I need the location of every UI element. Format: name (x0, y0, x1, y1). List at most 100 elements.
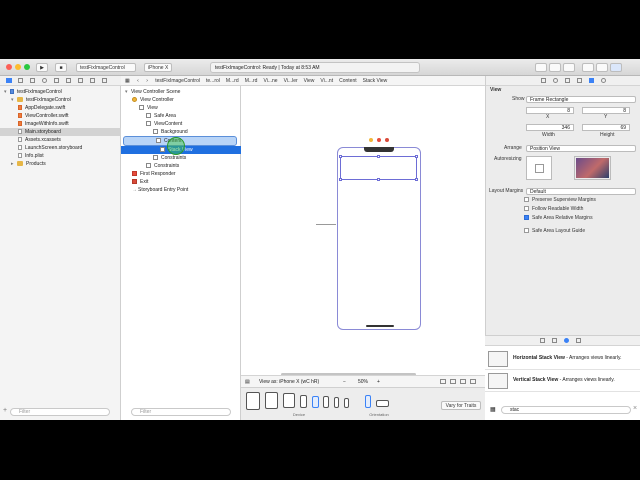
toggle-debug-button[interactable] (596, 63, 608, 72)
checkbox-row[interactable]: Safe Area Relative Margins (524, 215, 639, 224)
autoresizing-mask-control[interactable] (526, 156, 552, 180)
issue-tab-icon[interactable] (54, 78, 59, 83)
iphone-scene[interactable] (337, 147, 421, 330)
device-iphone-x-icon[interactable] (312, 396, 319, 408)
file-tree-item[interactable]: Assets.xcassets (0, 136, 121, 144)
arrange-popup[interactable]: Position View (526, 145, 636, 152)
forward-icon[interactable]: › (146, 76, 148, 85)
run-button[interactable]: ▶ (36, 63, 48, 72)
device-selector[interactable]: iPhone X (144, 63, 172, 72)
object-library-icon[interactable] (564, 338, 569, 343)
file-inspector-icon[interactable] (541, 78, 546, 83)
height-field[interactable]: 69 (582, 124, 630, 131)
file-tree-item[interactable]: ▾ testFixImageControl (0, 88, 121, 96)
breadcrumb-item[interactable]: M...rd (226, 76, 239, 85)
resize-handle[interactable] (377, 155, 380, 158)
show-popup[interactable]: Frame Rectangle (526, 96, 636, 103)
identity-inspector-icon[interactable] (565, 78, 570, 83)
back-icon[interactable]: ‹ (137, 76, 139, 85)
orientation-portrait-icon[interactable] (365, 395, 371, 408)
first-responder-dock-icon[interactable] (377, 138, 381, 142)
related-items-icon[interactable]: ▦ (125, 76, 130, 85)
file-tree-item[interactable]: ▸ Products (0, 160, 121, 168)
x-field[interactable]: 8 (526, 107, 574, 114)
version-editor-button[interactable] (563, 63, 575, 72)
checkbox-row[interactable]: Safe Area Layout Guide (524, 228, 639, 237)
scheme-selector[interactable]: testFixImageControl (76, 63, 136, 72)
checkbox-row[interactable]: Follow Readable Width (524, 206, 639, 215)
connections-inspector-icon[interactable] (601, 78, 606, 83)
breadcrumb-item[interactable]: te...rol (206, 76, 220, 85)
orientation-landscape-icon[interactable] (376, 400, 389, 407)
breadcrumb-item[interactable]: M...rd (245, 76, 258, 85)
outline-filter[interactable]: Filter (131, 408, 231, 416)
outline-item[interactable]: Background (121, 128, 241, 136)
code-snippet-icon[interactable] (552, 338, 557, 343)
checkbox[interactable] (524, 206, 529, 212)
y-field[interactable]: 8 (582, 107, 630, 114)
file-tree-item[interactable]: Info.plist (0, 152, 121, 160)
resize-handle[interactable] (415, 155, 418, 158)
storyboard-canvas[interactable]: › (241, 86, 485, 405)
file-tree-item[interactable]: LaunchScreen.storyboard (0, 144, 121, 152)
outline-item[interactable]: View (121, 104, 241, 112)
breakpoint-tab-icon[interactable] (90, 78, 95, 83)
breadcrumb-item[interactable]: Vi...ler (284, 76, 298, 85)
device-iphone-plus-icon[interactable] (300, 395, 307, 408)
file-tree-item[interactable]: ▾ testFixImageControl (0, 96, 121, 104)
outline-item[interactable]: Constraints (121, 154, 241, 162)
media-library-icon[interactable] (576, 338, 581, 343)
device-ipad-pro-10-icon[interactable] (265, 392, 278, 409)
add-file-icon[interactable]: + (3, 407, 7, 414)
update-frames-icon[interactable] (440, 379, 446, 384)
outline-item[interactable]: First Responder (121, 170, 241, 178)
clear-filter-icon[interactable]: × (633, 405, 637, 412)
file-tree-item[interactable]: AppDelegate.swift (0, 104, 121, 112)
file-tree-item[interactable]: ImageWithInfo.swift (0, 120, 121, 128)
outline-item[interactable]: ViewContent (121, 120, 241, 128)
assistant-editor-button[interactable] (549, 63, 561, 72)
symbol-tab-icon[interactable] (30, 78, 35, 83)
resize-handle[interactable] (415, 178, 418, 181)
toggle-navigator-button[interactable] (582, 63, 594, 72)
breadcrumb-item[interactable]: Vi...ne (263, 76, 277, 85)
breadcrumb-item[interactable]: testFixImageControl (155, 76, 200, 85)
find-tab-icon[interactable] (42, 78, 47, 83)
embed-stack-icon[interactable] (450, 379, 456, 384)
folder-tab-icon[interactable] (6, 78, 12, 83)
layout-margins-popup[interactable]: Default (526, 188, 636, 195)
navigator-filter[interactable]: Filter (10, 408, 110, 416)
source-control-tab-icon[interactable] (18, 78, 23, 83)
width-field[interactable]: 346 (526, 124, 574, 131)
device-iphone-4s-icon[interactable] (344, 398, 349, 408)
device-iphone-8-icon[interactable] (323, 396, 329, 408)
standard-editor-button[interactable] (535, 63, 547, 72)
breadcrumb-item[interactable]: View (304, 76, 315, 85)
resize-handle[interactable] (377, 178, 380, 181)
library-item[interactable]: Horizontal Stack View - Arranges views l… (485, 348, 640, 370)
file-tree-item[interactable]: Main.storyboard (0, 128, 121, 136)
outline-item[interactable]: View Controller (121, 96, 241, 104)
checkbox-row[interactable]: Preserve Superview Margins (524, 197, 639, 206)
outline-item[interactable]: Exit (121, 178, 241, 186)
checkbox[interactable] (524, 197, 529, 203)
file-tree-item[interactable]: ViewController.swift (0, 112, 121, 120)
device-ipad-icon[interactable] (283, 393, 295, 408)
file-template-icon[interactable] (540, 338, 545, 343)
device-iphone-se-icon[interactable] (334, 397, 339, 408)
toggle-inspector-button[interactable] (610, 63, 622, 72)
vary-for-traits-button[interactable]: Vary for Traits (441, 401, 481, 410)
checkbox[interactable] (524, 228, 529, 234)
exit-dock-icon[interactable] (385, 138, 389, 142)
report-tab-icon[interactable] (102, 78, 107, 83)
grid-toggle-icon[interactable]: ▦ (490, 406, 496, 413)
attributes-inspector-icon[interactable] (577, 78, 582, 83)
resize-handle[interactable] (339, 178, 342, 181)
align-icon[interactable] (460, 379, 466, 384)
checkbox[interactable] (524, 215, 529, 221)
test-tab-icon[interactable] (66, 78, 71, 83)
breadcrumb-item[interactable]: Content (339, 76, 357, 85)
minimize-window-button[interactable] (15, 64, 21, 70)
library-filter[interactable]: stac (501, 406, 631, 414)
debug-tab-icon[interactable] (78, 78, 83, 83)
